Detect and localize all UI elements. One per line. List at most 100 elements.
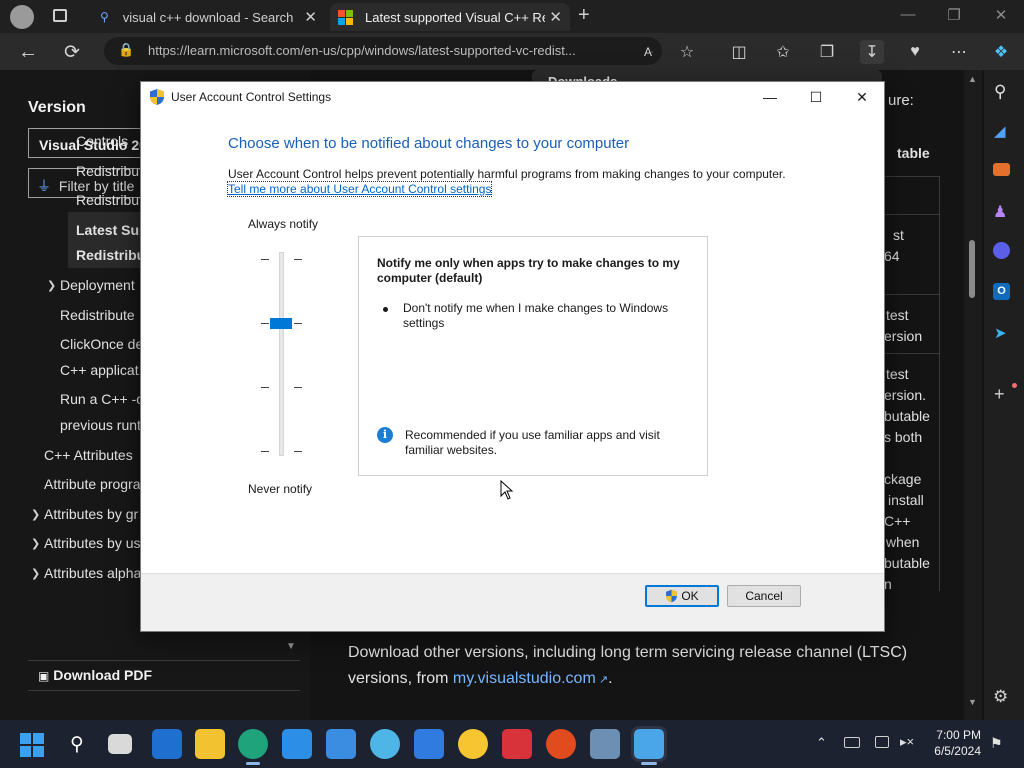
chevron-right-icon[interactable]: ❯: [31, 508, 40, 521]
performance-icon[interactable]: ♥: [903, 40, 927, 64]
more-menu-icon[interactable]: ⋯: [947, 40, 971, 64]
keyboard-icon[interactable]: [844, 737, 860, 748]
paint-icon[interactable]: [370, 729, 400, 759]
calendar-icon[interactable]: [414, 729, 444, 759]
copilot-sidebar-icon[interactable]: [993, 242, 1010, 259]
address-bar[interactable]: 🔒 https://learn.microsoft.com/en-us/cpp/…: [104, 37, 662, 65]
downloads-icon[interactable]: ↧: [860, 40, 884, 64]
task-view-icon[interactable]: [108, 734, 132, 754]
news-icon[interactable]: [502, 729, 532, 759]
tools-icon[interactable]: [993, 163, 1010, 176]
chevron-right-icon[interactable]: ❯: [31, 537, 40, 550]
dialog-close-icon[interactable]: ✕: [847, 86, 877, 108]
minimize-icon[interactable]: —: [898, 6, 918, 23]
sidebar-scroll-down-icon[interactable]: ▼: [286, 641, 296, 652]
refresh-icon[interactable]: ⟳: [60, 40, 84, 64]
profile-avatar[interactable]: [10, 5, 34, 29]
cancel-button[interactable]: Cancel: [727, 585, 801, 607]
sidebar-item-deployment[interactable]: Deployment: [60, 277, 135, 293]
split-screen-icon[interactable]: ◫: [727, 40, 751, 64]
widgets-icon[interactable]: [152, 729, 182, 759]
maps-icon[interactable]: [546, 729, 576, 759]
favorite-star-icon[interactable]: ☆: [675, 40, 699, 64]
dialog-maximize-icon[interactable]: ☐: [801, 86, 831, 108]
copilot-icon[interactable]: ❖: [989, 40, 1013, 64]
visualstudio-link[interactable]: my.visualstudio.com: [453, 670, 596, 687]
sidebar-item-redistributing-1[interactable]: Redistribut: [76, 163, 143, 179]
back-icon[interactable]: ←: [16, 40, 40, 64]
sidebar-item-redistribute[interactable]: Redistribute: [60, 307, 135, 323]
sidebar-search-icon[interactable]: ⚲: [994, 82, 1006, 102]
sidebar-item-attributes-by-group[interactable]: Attributes by gr: [44, 506, 138, 522]
notification-slider[interactable]: [257, 250, 305, 460]
scroll-thumb[interactable]: [969, 240, 975, 298]
notification-bell-icon[interactable]: ⚑: [990, 735, 1003, 752]
lock-icon: 🔒: [118, 42, 135, 57]
edge-browser-icon[interactable]: [238, 729, 268, 759]
sidebar-item-controls[interactable]: Controls: [76, 133, 128, 149]
article-fragment: 64: [884, 248, 900, 264]
outlook-icon[interactable]: O: [993, 283, 1010, 300]
add-sidebar-icon[interactable]: +: [994, 384, 1005, 405]
sidebar-item-attributes-by-usage[interactable]: Attributes by us: [44, 535, 141, 551]
tray-chevron-icon[interactable]: ⌃: [816, 735, 827, 751]
sidebar-item-run-cpp[interactable]: Run a C++ -c: [60, 391, 143, 407]
start-button[interactable]: [20, 733, 44, 757]
collections-icon[interactable]: ❐: [815, 40, 839, 64]
taskbar-search-icon[interactable]: ⚲: [62, 729, 92, 759]
chevron-right-icon[interactable]: ❯: [31, 567, 40, 580]
info-icon: i: [377, 427, 393, 443]
weather-icon[interactable]: [458, 729, 488, 759]
read-aloud-icon[interactable]: Aּ: [636, 40, 660, 64]
mouse-cursor: [500, 480, 514, 500]
volume-mute-icon[interactable]: ▸×: [900, 734, 914, 750]
ok-button[interactable]: OK: [645, 585, 719, 607]
tab-vcredist[interactable]: Latest supported Visual C++ Redi ✕: [330, 3, 570, 31]
close-tab-icon[interactable]: ✕: [549, 8, 562, 26]
control-panel-icon[interactable]: [590, 729, 620, 759]
close-window-icon[interactable]: ✕: [991, 6, 1011, 24]
level-recommendation: Recommended if you use familiar apps and…: [405, 428, 660, 457]
tab-actions-icon[interactable]: [53, 9, 67, 22]
dialog-minimize-icon[interactable]: —: [755, 86, 785, 108]
favorites-icon[interactable]: ✩: [771, 40, 795, 64]
new-tab-button[interactable]: +: [578, 4, 590, 27]
close-tab-icon[interactable]: ✕: [304, 8, 317, 26]
dialog-footer: OK Cancel: [141, 573, 884, 631]
store-icon[interactable]: [282, 729, 312, 759]
sidebar-item-attribute-programming[interactable]: Attribute progra: [44, 476, 141, 492]
uac-taskbar-icon[interactable]: [631, 726, 667, 762]
sidebar-item-latest-supported[interactable]: Latest Sup: [76, 222, 148, 238]
sidebar-item-cpp-application[interactable]: C++ applicat: [60, 362, 139, 378]
sidebar-item-clickonce[interactable]: ClickOnce de: [60, 336, 143, 352]
tab-search[interactable]: ⚲ visual c++ download - Search ✕: [90, 3, 325, 31]
send-icon[interactable]: ➤: [994, 324, 1007, 342]
sidebar-settings-icon[interactable]: ⚙: [993, 687, 1008, 707]
scroll-down-icon[interactable]: ▼: [968, 697, 977, 707]
learn-more-link[interactable]: Tell me more about User Account Control …: [226, 181, 493, 197]
sidebar-item-cpp-attributes[interactable]: C++ Attributes: [44, 447, 133, 463]
file-explorer-icon[interactable]: [195, 729, 225, 759]
edge-sidebar: ⚲ ◢ ♟ O ➤ + ⚙: [984, 70, 1024, 720]
article-fragment: ure:: [888, 92, 914, 109]
scroll-up-icon[interactable]: ▲: [968, 74, 977, 84]
chevron-right-icon[interactable]: ❯: [47, 279, 56, 292]
sidebar-divider: [28, 690, 300, 691]
sidebar-item-redistributable[interactable]: Redistribu: [76, 247, 145, 263]
slider-thumb[interactable]: [270, 318, 292, 329]
article-fragment: st: [893, 227, 904, 243]
description-panel: Notify me only when apps try to make cha…: [358, 236, 708, 476]
shopping-tag-icon[interactable]: ◢: [994, 122, 1006, 140]
display-icon[interactable]: [875, 736, 889, 748]
notepad-icon[interactable]: [326, 729, 356, 759]
download-pdf-link[interactable]: ▣ Download PDF: [38, 667, 152, 683]
dialog-description: User Account Control helps prevent poten…: [228, 167, 786, 181]
tab-search-title: visual c++ download - Search: [122, 9, 294, 25]
clock-date[interactable]: 6/5/2024: [928, 744, 981, 758]
sidebar-item-redistributing-2[interactable]: Redistribut: [76, 192, 143, 208]
page-scrollbar[interactable]: ▲ ▼: [964, 70, 982, 720]
sidebar-item-previous-runtime[interactable]: previous runt: [60, 417, 141, 433]
restore-icon[interactable]: ❐: [944, 6, 964, 24]
clock-time[interactable]: 7:00 PM: [935, 728, 981, 742]
games-icon[interactable]: ♟: [993, 202, 1007, 222]
